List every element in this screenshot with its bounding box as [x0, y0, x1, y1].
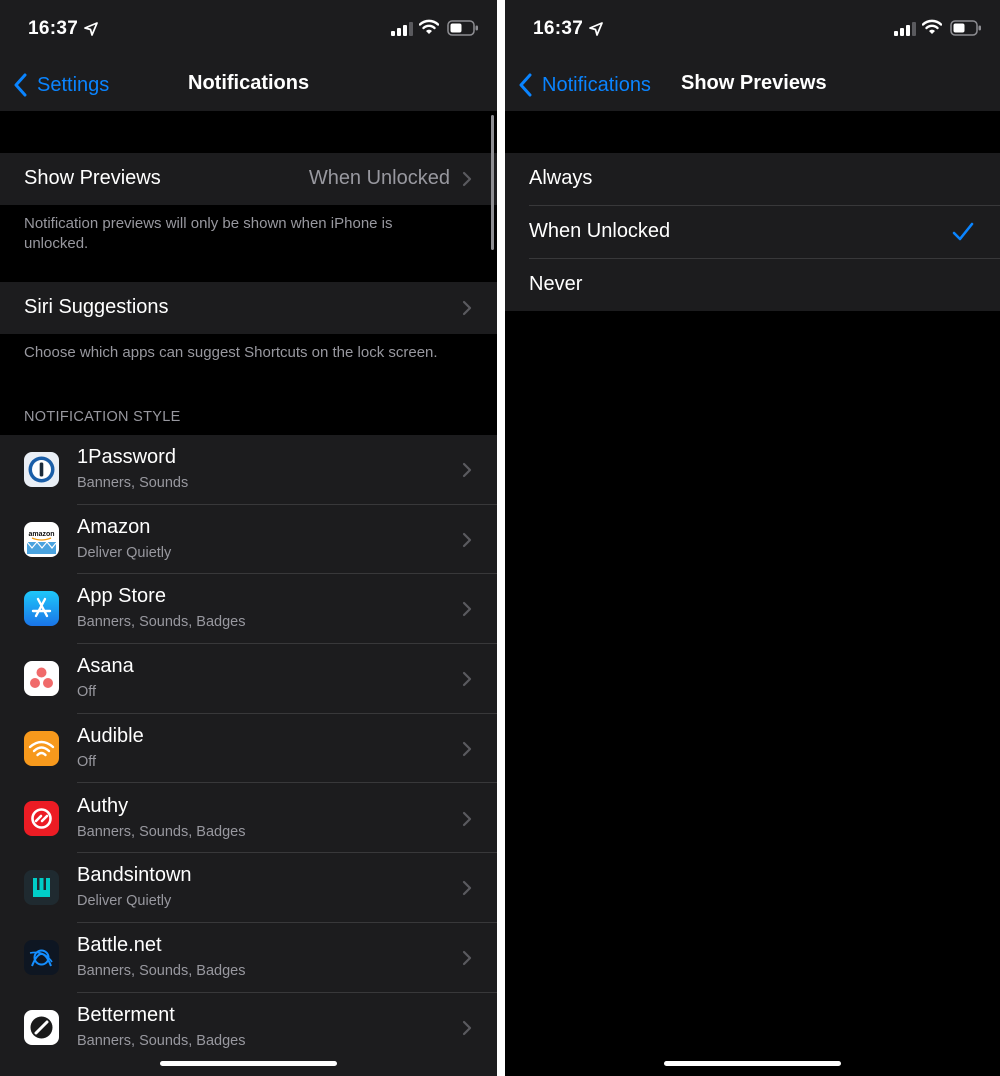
app-name: 1Password [77, 446, 176, 468]
chevron-right-icon [462, 671, 472, 687]
siri-suggestions-label: Siri Suggestions [24, 296, 169, 318]
show-previews-row[interactable]: Show Previews When Unlocked [0, 153, 497, 205]
app-name: Authy [77, 794, 129, 817]
chevron-right-icon [462, 950, 472, 965]
status-time: 16:37 [28, 18, 79, 39]
app-detail: Banners, Sounds, Badges [77, 823, 246, 840]
cellular-signal-icon [894, 22, 916, 36]
chevron-right-icon [462, 1020, 472, 1035]
app-row-betterment[interactable]: Betterment Banners, Sounds, Badges [0, 993, 497, 1063]
wifi-icon [419, 19, 439, 34]
navigation-bar: 16:37 Settings Notifications [0, 0, 497, 111]
app-detail: Deliver Quietly [77, 893, 172, 910]
chevron-left-icon [14, 73, 27, 97]
app-row-audible[interactable]: Audible Off [0, 714, 497, 784]
location-arrow-icon [589, 22, 603, 36]
chevron-right-icon [462, 811, 472, 826]
app-row-asana[interactable]: Asana Off [0, 644, 497, 714]
app-row-battlenet[interactable]: Battle.net Banners, Sounds, Badges [0, 923, 497, 993]
app-name: Betterment [77, 1003, 175, 1026]
section-header: NOTIFICATION STYLE [24, 409, 181, 425]
app-detail: Off [77, 684, 97, 701]
authy-icon [24, 800, 59, 836]
option-always[interactable]: Always [505, 153, 1000, 205]
app-list: 1Password Banners, Sounds amazon Amazon … [0, 435, 497, 1076]
app-name: App Store [77, 585, 166, 608]
scroll-indicator[interactable] [491, 115, 494, 250]
asana-icon [24, 661, 59, 697]
battery-icon [950, 20, 981, 36]
chevron-right-icon [462, 300, 472, 316]
chevron-right-icon [462, 532, 472, 547]
show-previews-screen: 16:37 Notifications Show Previews Always… [505, 0, 1000, 1076]
chevron-right-icon [462, 171, 472, 187]
wifi-icon [922, 19, 942, 34]
bandsintown-icon [24, 870, 59, 906]
home-indicator[interactable] [160, 1061, 337, 1066]
back-to-notifications-button[interactable]: Notifications [518, 70, 651, 100]
amazon-icon: amazon [24, 521, 59, 557]
app-store-icon [24, 591, 59, 627]
preview-options-group: Always When Unlocked Never [505, 153, 1000, 311]
option-label: Never [529, 273, 583, 295]
home-indicator[interactable] [664, 1061, 841, 1066]
1password-icon [24, 452, 59, 487]
cellular-signal-icon [391, 22, 413, 36]
app-name: Bandsintown [77, 864, 192, 887]
battlenet-icon [24, 939, 59, 975]
option-when-unlocked[interactable]: When Unlocked [505, 206, 1000, 258]
chevron-right-icon [462, 462, 472, 478]
screen-divider [497, 0, 505, 1076]
location-arrow-icon [84, 22, 98, 36]
app-detail: Deliver Quietly [77, 544, 172, 561]
back-label: Settings [37, 73, 110, 96]
page-title: Show Previews [681, 72, 827, 94]
navigation-bar: 16:37 Notifications Show Previews [505, 0, 1000, 111]
show-previews-footer: Notification previews will only be shown… [24, 215, 393, 252]
app-detail: Off [77, 753, 97, 770]
option-never[interactable]: Never [505, 259, 1000, 311]
option-label: Always [529, 167, 593, 189]
status-time: 16:37 [533, 18, 584, 39]
page-title: Notifications [188, 72, 310, 94]
chevron-left-icon [519, 73, 532, 97]
show-previews-label: Show Previews [24, 167, 161, 189]
notifications-screen: 16:37 Settings Notifications Show Previe… [0, 0, 497, 1076]
app-name: Amazon [77, 515, 151, 538]
betterment-icon [24, 1009, 59, 1045]
siri-suggestions-row[interactable]: Siri Suggestions [0, 282, 497, 334]
app-detail: Banners, Sounds, Badges [77, 962, 246, 979]
app-detail: Banners, Sounds, Badges [77, 1032, 246, 1049]
show-previews-value: When Unlocked [308, 167, 450, 189]
app-detail: Banners, Sounds, Badges [77, 614, 246, 631]
app-row-app-store[interactable]: App Store Banners, Sounds, Badges [0, 574, 497, 645]
chevron-right-icon [462, 881, 472, 896]
app-name: Battle.net [77, 933, 162, 956]
app-row-amazon[interactable]: amazon Amazon Deliver Quietly [0, 505, 497, 575]
checkmark-icon [952, 222, 974, 241]
app-row-bandsintown[interactable]: Bandsintown Deliver Quietly [0, 853, 497, 923]
app-detail: Banners, Sounds [77, 475, 189, 491]
back-to-settings-button[interactable]: Settings [13, 70, 109, 100]
back-label: Notifications [542, 73, 651, 96]
app-name: Audible [77, 724, 144, 747]
svg-text:amazon: amazon [28, 531, 54, 538]
chevron-right-icon [462, 741, 472, 756]
app-row-authy[interactable]: Authy Banners, Sounds, Badges [0, 784, 497, 854]
app-name: Asana [77, 655, 134, 678]
option-label: When Unlocked [529, 220, 671, 242]
siri-suggestions-footer: Choose which apps can suggest Shortcuts … [24, 344, 438, 361]
chevron-right-icon [462, 602, 472, 617]
audible-icon [24, 730, 59, 766]
app-row-1password[interactable]: 1Password Banners, Sounds [0, 435, 497, 505]
battery-icon [447, 20, 478, 36]
